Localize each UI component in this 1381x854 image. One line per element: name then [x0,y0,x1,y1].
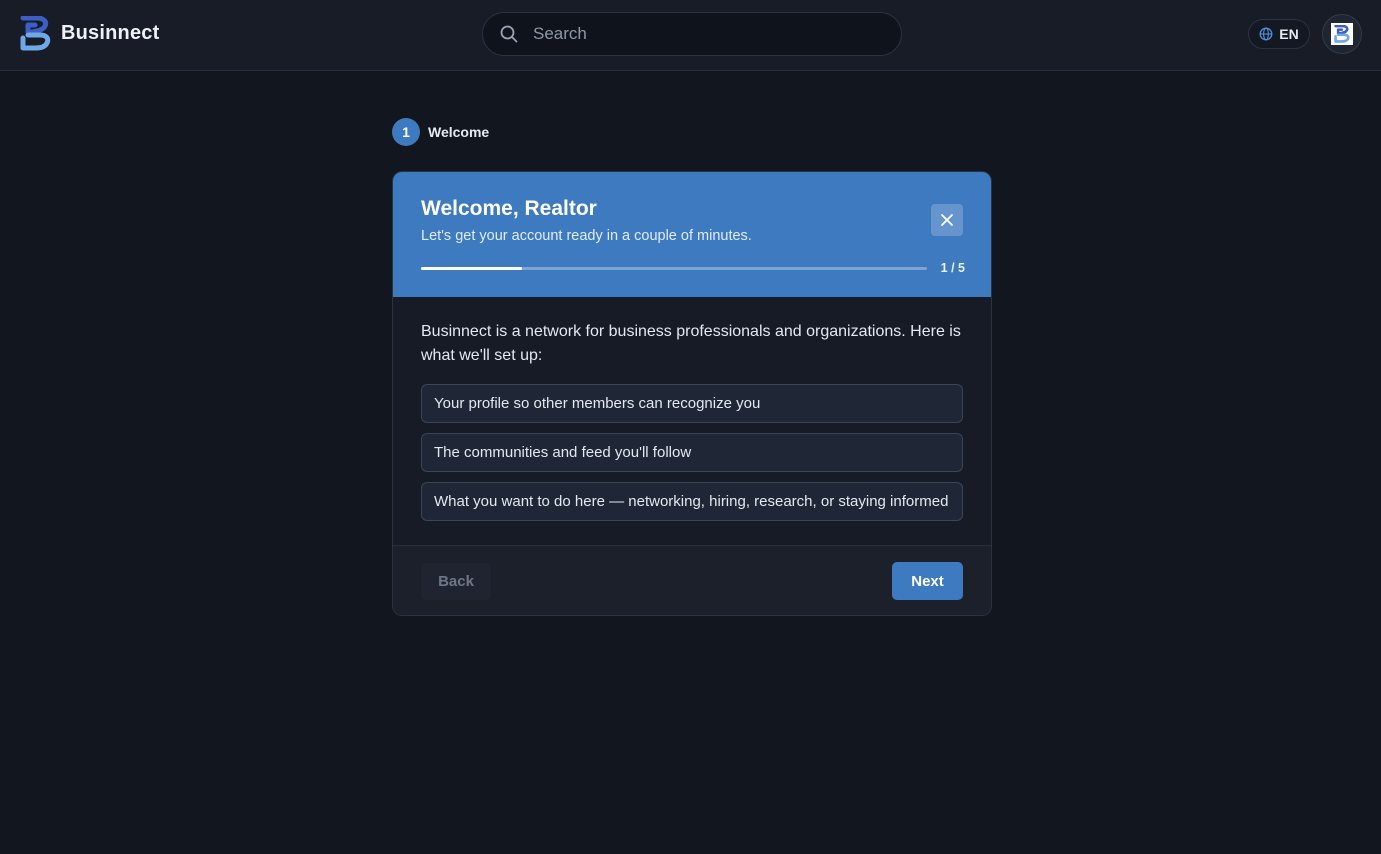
card-footer: Back Next [393,545,991,615]
progress-text: 1 / 5 [940,261,965,275]
back-button[interactable]: Back [421,563,491,600]
stepper: 1 Welcome [392,118,489,146]
businnect-logo-icon [1334,25,1350,43]
globe-icon [1259,27,1273,41]
step-label: Welcome [428,124,490,140]
brand[interactable]: Businnect [20,16,159,51]
search-bar[interactable] [482,12,902,56]
close-button[interactable] [931,204,963,236]
setup-item: The communities and feed you'll follow [421,433,963,472]
next-button[interactable]: Next [892,562,963,600]
progress-bar [421,267,927,270]
card-subtitle: Let's get your account ready in a couple… [421,228,752,244]
businnect-logo-icon [20,16,51,51]
card-header: Welcome, Realtor Let's get your account … [393,172,991,297]
avatar[interactable] [1322,14,1362,54]
language-label: EN [1279,26,1299,42]
avatar-image [1331,23,1353,45]
brand-name: Businnect [61,22,160,44]
search-input[interactable] [531,13,901,55]
setup-item: What you want to do here — networking, h… [421,482,963,521]
setup-item: Your profile so other members can recogn… [421,384,963,423]
onboarding-card: Welcome, Realtor Let's get your account … [392,171,992,616]
step-number: 1 [392,118,420,146]
search-icon [500,25,518,43]
language-selector[interactable]: EN [1248,19,1310,49]
close-icon [941,214,953,226]
card-intro: Businnect is a network for business prof… [421,323,961,364]
card-title: Welcome, Realtor [421,197,597,220]
progress-fill [421,267,523,270]
top-bar: Businnect EN [0,0,1381,71]
